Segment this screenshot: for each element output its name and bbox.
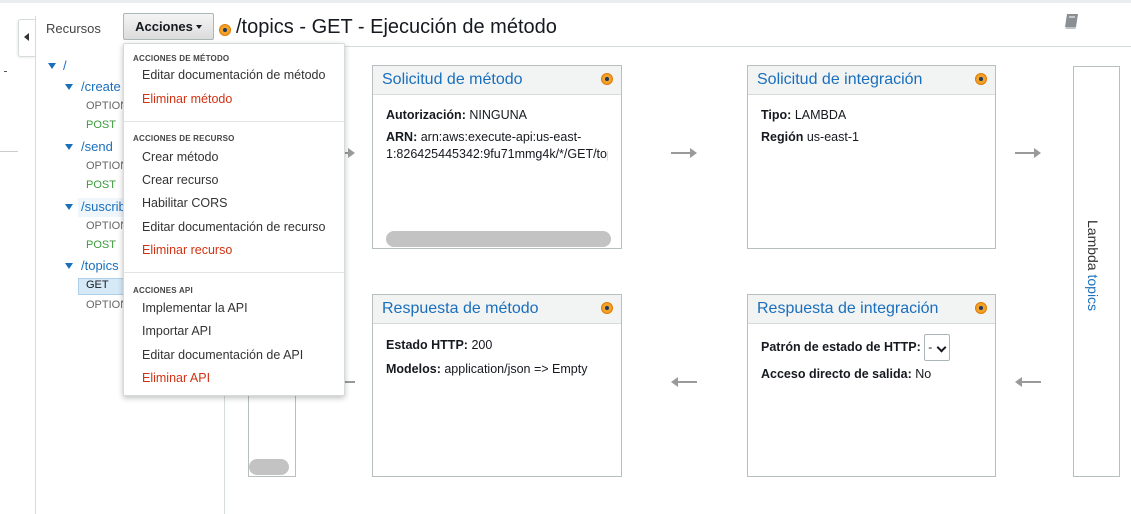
arn-line2: 1:826425445342:9fu71mmg4k/*/GET/topics xyxy=(386,147,608,161)
actions-button-label: Acciones xyxy=(135,18,193,34)
left-strip xyxy=(0,3,18,514)
http-pattern-label: Patrón de estado de HTTP: xyxy=(761,340,921,354)
method-response-title[interactable]: Respuesta de método xyxy=(382,300,539,318)
arrow-left-icon xyxy=(671,377,697,387)
chevron-left-icon xyxy=(24,33,29,41)
http-status-label: Estado HTTP: xyxy=(386,338,468,352)
status-dot-icon xyxy=(601,302,613,314)
actions-dropdown-menu: ACCIONES DE MÉTODO Editar documentación … xyxy=(123,43,345,396)
integration-request-panel: Solicitud de integración Tipo: LAMBDA Re… xyxy=(747,65,996,249)
edit-resource-docs-item[interactable]: Editar documentación de recurso xyxy=(142,220,325,234)
tree-item-label: /create xyxy=(81,79,121,94)
delete-api-item[interactable]: Eliminar API xyxy=(142,371,210,385)
lambda-label: Lambda topics xyxy=(1085,220,1101,311)
collapse-panel-button[interactable] xyxy=(18,19,36,57)
delete-method-item[interactable]: Eliminar método xyxy=(142,92,232,106)
arrow-left-icon xyxy=(1015,377,1041,387)
expand-icon xyxy=(48,63,56,69)
method-response-panel: Respuesta de método Estado HTTP: 200 Mod… xyxy=(372,294,622,477)
book-icon[interactable] xyxy=(1063,12,1081,30)
delete-resource-item[interactable]: Eliminar recurso xyxy=(142,243,232,257)
resource-actions-header: ACCIONES DE RECURSO xyxy=(133,134,235,143)
passthrough-label: Acceso directo de salida: xyxy=(761,367,912,381)
type-label: Tipo: xyxy=(761,108,792,122)
status-dot-icon xyxy=(219,24,231,36)
type-value: LAMBDA xyxy=(794,108,847,122)
http-pattern-select[interactable]: - xyxy=(924,334,951,362)
lambda-prefix: Lambda xyxy=(1085,220,1101,271)
create-method-item[interactable]: Crear método xyxy=(142,150,218,164)
method-option[interactable]: OPTION xyxy=(86,100,128,118)
region-label: Región xyxy=(761,130,804,144)
auth-label: Autorización: xyxy=(386,108,466,122)
arrow-right-icon xyxy=(1015,148,1041,158)
status-dot-icon xyxy=(975,73,987,85)
integration-response-title[interactable]: Respuesta de integración xyxy=(757,300,938,318)
arrow-right-icon xyxy=(671,148,697,158)
method-post[interactable]: POST xyxy=(86,179,116,197)
tree-item-label: /topics xyxy=(81,258,119,273)
method-option[interactable]: OPTION xyxy=(86,220,128,238)
page-title: /topics - GET - Ejecución de método xyxy=(236,16,557,38)
passthrough-value: No xyxy=(915,367,932,381)
expand-icon xyxy=(65,144,73,150)
method-post[interactable]: POST xyxy=(86,119,116,137)
method-post[interactable]: POST xyxy=(86,239,116,257)
integration-request-title[interactable]: Solicitud de integración xyxy=(757,71,922,89)
top-border xyxy=(0,0,1131,3)
expand-icon xyxy=(65,84,73,90)
method-option[interactable]: OPTION xyxy=(86,299,128,317)
api-actions-header: ACCIONES API xyxy=(133,286,193,295)
http-pattern-value: - xyxy=(928,340,933,355)
method-get[interactable]: GET xyxy=(86,279,109,297)
method-option[interactable]: OPTION xyxy=(86,160,128,178)
header-divider xyxy=(224,46,1131,47)
status-dot-icon xyxy=(975,302,987,314)
deploy-api-item[interactable]: Implementar la API xyxy=(142,301,248,315)
method-request-title[interactable]: Solicitud de método xyxy=(382,71,523,89)
expand-icon xyxy=(65,204,73,210)
actions-button[interactable]: Acciones xyxy=(123,13,214,40)
arn-label: ARN: xyxy=(386,130,418,144)
edit-method-docs-item[interactable]: Editar documentación de método xyxy=(142,68,325,82)
auth-value: NINGUNA xyxy=(469,108,527,122)
resources-label: Recursos xyxy=(46,21,101,36)
edit-api-docs-item[interactable]: Editar documentación de API xyxy=(142,348,303,362)
menu-divider xyxy=(124,272,344,273)
http-status-value: 200 xyxy=(471,338,493,352)
lambda-function-link[interactable]: topics xyxy=(1085,274,1101,311)
tree-root-label: / xyxy=(63,58,67,73)
horizontal-scrollbar[interactable] xyxy=(249,459,289,475)
menu-divider xyxy=(124,121,344,122)
models-label: Modelos: xyxy=(386,362,441,376)
method-actions-header: ACCIONES DE MÉTODO xyxy=(133,54,230,63)
horizontal-scrollbar[interactable] xyxy=(386,231,611,247)
arn-line1: arn:aws:execute-api:us-east- xyxy=(420,130,582,144)
import-api-item[interactable]: Importar API xyxy=(142,324,211,338)
caret-down-icon xyxy=(195,25,202,30)
left-strip-divider xyxy=(0,151,18,152)
models-value: application/json => Empty xyxy=(444,362,588,376)
status-dot-icon xyxy=(601,73,613,85)
tree-item-label: /suscrib xyxy=(81,199,126,214)
method-request-panel: Solicitud de método Autorización: NINGUN… xyxy=(372,65,622,249)
panel-divider xyxy=(35,16,36,514)
integration-response-panel: Respuesta de integración Patrón de estad… xyxy=(747,294,996,477)
region-value: us-east-1 xyxy=(806,130,859,144)
create-resource-item[interactable]: Crear recurso xyxy=(142,173,218,187)
expand-icon xyxy=(65,263,73,269)
left-strip-mark xyxy=(4,71,7,72)
tree-item-label: /send xyxy=(81,139,113,154)
enable-cors-item[interactable]: Habilitar CORS xyxy=(142,196,227,210)
